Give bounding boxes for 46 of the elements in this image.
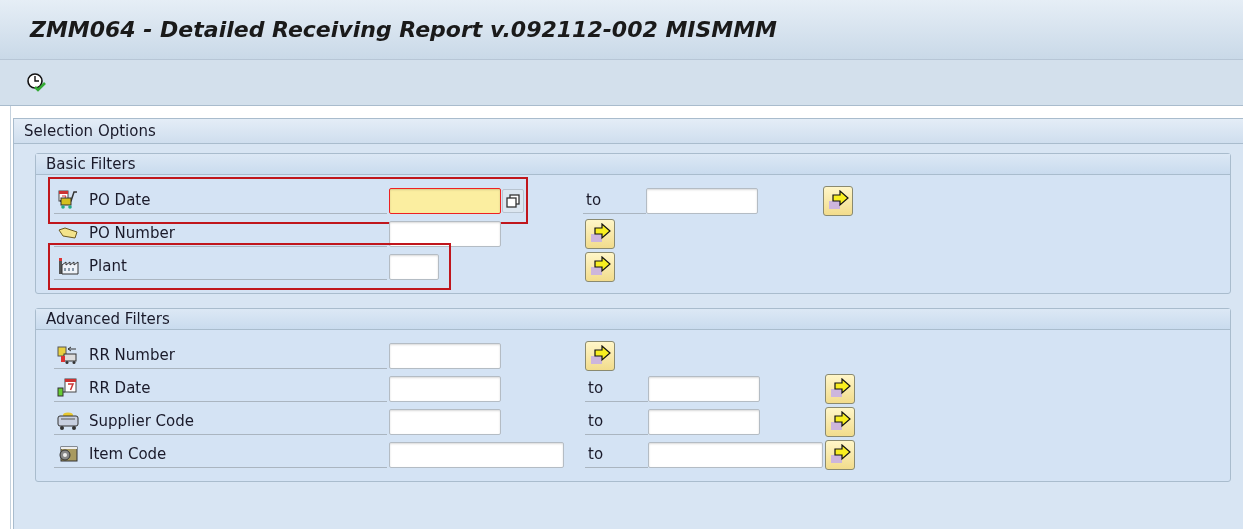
- field-label: Item Code: [89, 445, 167, 463]
- input-field[interactable]: [389, 441, 564, 468]
- group-title: Advanced Filters: [36, 309, 1230, 330]
- clock-check-icon: [26, 71, 48, 94]
- multiple-selection-button[interactable]: [585, 340, 615, 371]
- arrow-right-icon: [589, 222, 611, 245]
- multiple-selection-button[interactable]: [825, 373, 855, 404]
- arrow-right-icon: [829, 410, 851, 433]
- input-field[interactable]: [389, 220, 501, 247]
- input-field[interactable]: [648, 441, 823, 468]
- field-label: PO Date: [89, 191, 151, 209]
- multiple-selection-button[interactable]: [585, 218, 615, 249]
- gear-box-icon: [57, 445, 79, 463]
- field-label: PO Number: [89, 224, 175, 242]
- focused-input-field[interactable]: [389, 187, 501, 214]
- group-title: Basic Filters: [36, 154, 1230, 175]
- field-label: RR Number: [89, 346, 175, 364]
- input-field[interactable]: [389, 253, 439, 280]
- crate-truck-icon: [57, 345, 79, 365]
- arrow-right-icon: [827, 189, 849, 212]
- factory-icon: [57, 257, 79, 275]
- arrow-right-icon: [589, 344, 611, 367]
- value-help-button[interactable]: [502, 188, 524, 213]
- input-field[interactable]: [648, 408, 760, 435]
- copy-icon: [506, 193, 520, 208]
- input-field[interactable]: [389, 342, 501, 369]
- field-label: Plant: [89, 257, 127, 275]
- calendar-icon: [57, 378, 79, 398]
- window-title: ZMM064 - Detailed Receiving Report v.092112-002 MISMMM: [30, 17, 777, 42]
- field-label: RR Date: [89, 379, 151, 397]
- multiple-selection-button[interactable]: [825, 439, 855, 470]
- input-field[interactable]: [648, 375, 760, 402]
- calendar-cart-icon: [57, 190, 79, 210]
- scroll-icon: [57, 226, 79, 240]
- panel-title: Selection Options: [14, 119, 1243, 144]
- input-field[interactable]: [389, 408, 501, 435]
- multiple-selection-button[interactable]: [823, 185, 853, 216]
- arrow-right-icon: [829, 377, 851, 400]
- multiple-selection-button[interactable]: [585, 251, 615, 282]
- multiple-selection-button[interactable]: [825, 406, 855, 437]
- arrow-right-icon: [829, 443, 851, 466]
- input-field[interactable]: [646, 187, 758, 214]
- input-field[interactable]: [389, 375, 501, 402]
- arrow-right-icon: [589, 255, 611, 278]
- field-label: Supplier Code: [89, 412, 194, 430]
- wagon-icon: [57, 411, 79, 431]
